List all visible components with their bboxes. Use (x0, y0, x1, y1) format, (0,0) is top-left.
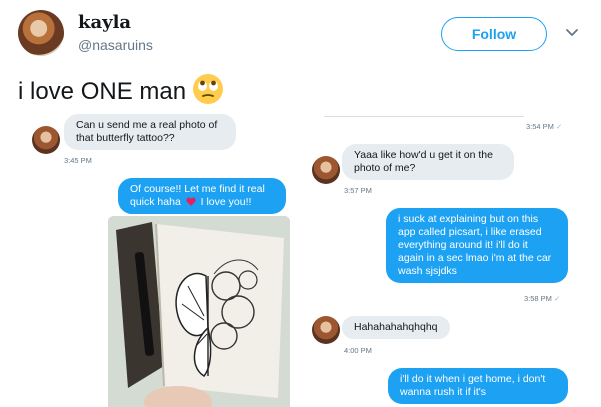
avatar[interactable] (312, 316, 340, 344)
conversation-screenshot: 3:54 PM ✓ Can u send me a real photo of … (24, 112, 584, 407)
message-bubble: i'll do it when i get home, i don't wann… (388, 368, 568, 404)
timestamp-text: 3:54 PM (526, 122, 554, 131)
display-name[interactable]: kayla (78, 12, 131, 33)
check-icon: ✓ (556, 122, 563, 131)
avatar[interactable] (32, 126, 60, 154)
follow-button[interactable]: Follow (441, 17, 547, 51)
message-bubble: Hahahahahqhqhq (342, 316, 450, 339)
message-text: I love you!! (200, 196, 252, 208)
message-bubble: Yaaa like how'd u get it on the photo of… (342, 144, 514, 180)
timestamp: 3:54 PM ✓ (526, 122, 562, 131)
message-bubble: Can u send me a real photo of that butte… (64, 114, 236, 150)
rolling-eyes-emoji-icon (193, 74, 224, 104)
heart-icon (186, 197, 196, 206)
timestamp: 3:57 PM (344, 186, 372, 195)
timestamp: 4:00 PM (344, 346, 372, 355)
divider (324, 116, 524, 117)
timestamp: 3:58 PM ✓ (524, 294, 560, 303)
notebook-butterfly-image (108, 216, 290, 407)
tattoo-photo[interactable] (108, 216, 290, 407)
message-bubble: Of course!! Let me find it real quick ha… (118, 178, 286, 214)
check-icon: ✓ (554, 294, 561, 303)
message-bubble: i suck at explaining but on this app cal… (386, 208, 568, 283)
tweet-text: i love ONE man (18, 74, 224, 108)
timestamp: 3:45 PM (64, 156, 92, 165)
tweet-header: kayla @nasaruins Follow (0, 0, 601, 70)
tweet-body: i love ONE man (18, 78, 187, 105)
avatar[interactable] (18, 10, 64, 56)
timestamp-text: 3:58 PM (524, 294, 552, 303)
chevron-down-icon[interactable] (564, 24, 580, 40)
user-handle[interactable]: @nasaruins (78, 37, 153, 53)
avatar[interactable] (312, 156, 340, 184)
